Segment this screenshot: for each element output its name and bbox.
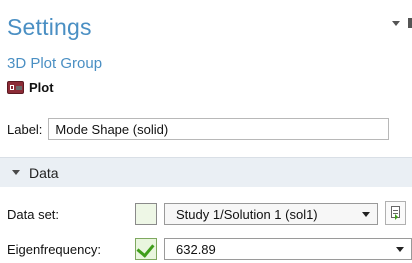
checkmark-icon: [136, 239, 155, 258]
go-to-source-button[interactable]: [385, 201, 406, 225]
plot-icon: [7, 80, 24, 94]
page-title: Settings: [7, 14, 92, 40]
label-input[interactable]: Mode Shape (solid): [48, 118, 390, 140]
chevron-down-icon: [396, 247, 404, 252]
dataset-label: Data set:: [7, 207, 60, 222]
eigenfrequency-select[interactable]: 632.89: [164, 238, 412, 260]
arrow-icon: [395, 214, 398, 220]
dataset-select-value: Study 1/Solution 1 (sol1): [176, 207, 318, 222]
eigenfrequency-select-value: 632.89: [176, 242, 216, 257]
eigenfrequency-checkbox[interactable]: [135, 238, 157, 260]
window-controls: [392, 18, 412, 28]
plot-button-label: Plot: [29, 79, 54, 95]
section-header-data[interactable]: Data: [0, 157, 412, 187]
plot-button[interactable]: Plot: [7, 78, 54, 96]
collapse-triangle-icon: [12, 170, 20, 175]
chevron-down-icon[interactable]: [392, 20, 400, 26]
dataset-checkbox[interactable]: [135, 203, 157, 225]
dataset-select[interactable]: Study 1/Solution 1 (sol1): [164, 203, 378, 225]
label-field-label: Label:: [7, 121, 43, 137]
label-row: Label: Mode Shape (solid): [7, 118, 390, 140]
pin-icon[interactable]: [408, 18, 412, 28]
section-title: Data: [29, 165, 59, 181]
node-type-subtitle: 3D Plot Group: [7, 55, 103, 72]
eigenfrequency-label: Eigenfrequency:: [7, 242, 101, 257]
chevron-down-icon: [362, 212, 370, 217]
